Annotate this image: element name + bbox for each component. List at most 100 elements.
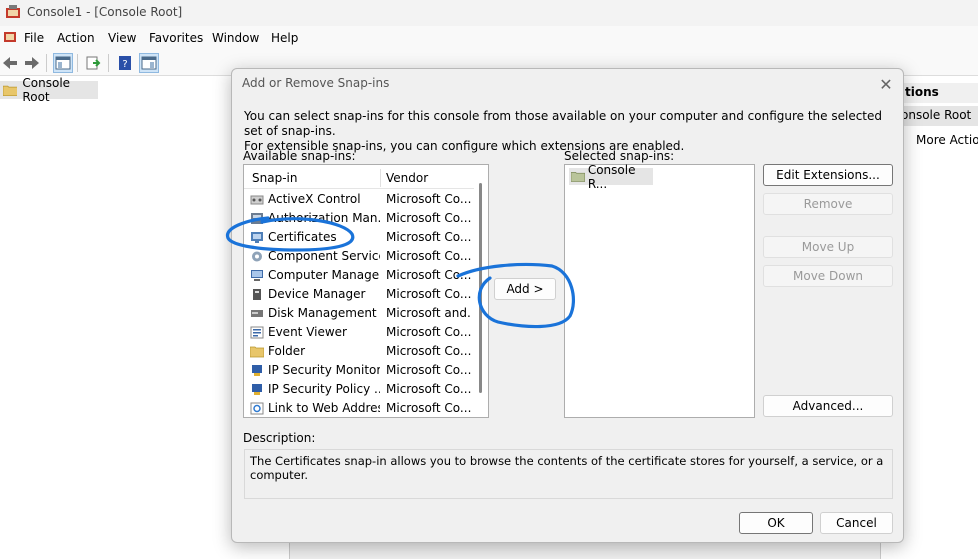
link-icon [250,402,264,415]
folder-icon [571,171,585,182]
column-header-snapin[interactable]: Snap-in [252,171,297,185]
list-item[interactable]: Disk Management Microsoft and... [244,304,476,323]
dialog-intro-text: You can select snap-ins for this console… [244,109,894,154]
list-item[interactable]: Authorization Man... Microsoft Co... [244,209,476,228]
help-icon[interactable]: ? [115,53,135,73]
ip-security-policy-icon [252,384,262,395]
list-item[interactable]: Certificates Microsoft Co... [244,228,476,247]
menu-window[interactable]: Window [212,31,259,45]
window-title: Console1 - [Console Root] [27,5,183,19]
selected-item-console-root[interactable]: Console R... [569,163,653,191]
menu-bar: File Action View Favorites Window Help [0,26,978,50]
snapin-name: Link to Web Address [268,401,380,415]
snapin-name: Folder [268,344,306,358]
list-item[interactable]: IP Security Monitor Microsoft Co... [244,361,476,380]
snapin-vendor: Microsoft Co... [386,344,472,358]
list-item[interactable]: Link to Web Address Microsoft Co... [244,399,476,417]
back-icon[interactable] [0,53,20,73]
computer-management-icon [251,270,263,281]
certificates-icon [251,232,263,243]
list-item[interactable]: Folder Microsoft Co... [244,342,476,361]
snapin-name: IP Security Policy ... [268,382,380,396]
snapin-vendor: Microsoft Co... [386,325,472,339]
snapin-name: Authorization Man... [268,211,380,225]
close-icon[interactable]: ✕ [877,75,895,94]
snapin-vendor: Microsoft Co... [386,230,472,244]
list-header: Snap-in Vendor [244,165,476,189]
disk-management-icon [251,310,263,317]
snapin-vendor: Microsoft Co... [386,363,472,377]
snapin-vendor: Microsoft and... [386,306,472,320]
snapin-vendor: Microsoft Co... [386,211,472,225]
export-list-icon[interactable] [84,53,104,73]
selected-item-label: Console R... [587,162,636,191]
forward-icon[interactable] [22,53,42,73]
device-manager-icon [253,289,261,300]
list-item[interactable]: Component Services Microsoft Co... [244,247,476,266]
column-header-vendor[interactable]: Vendor [386,171,428,185]
snapin-name: Certificates [268,230,337,244]
snapin-name: Component Services [268,249,380,263]
advanced-button[interactable]: Advanced... [763,395,893,417]
list-scrollbar[interactable] [474,165,488,417]
snapin-name: Event Viewer [268,325,347,339]
available-snapins-list[interactable]: Snap-in Vendor ActiveX Control Microsoft… [243,164,489,418]
add-remove-snapins-dialog: Add or Remove Snap-ins ✕ You can select … [231,68,904,543]
move-down-button[interactable]: Move Down [763,265,893,287]
remove-button[interactable]: Remove [763,193,893,215]
list-item[interactable]: Computer Manage... Microsoft Co... [244,266,476,285]
description-label: Description: [243,431,316,445]
snapin-name: Device Manager [268,287,366,301]
component-services-icon [252,251,262,262]
event-viewer-icon [250,326,264,339]
menu-favorites[interactable]: Favorites [149,31,203,45]
list-item[interactable]: IP Security Policy ... Microsoft Co... [244,380,476,399]
intro-line-1: You can select snap-ins for this console… [244,109,883,138]
snapin-vendor: Microsoft Co... [386,249,472,263]
edit-extensions-button[interactable]: Edit Extensions... [763,164,893,186]
dialog-title: Add or Remove Snap-ins [242,76,390,90]
menu-action[interactable]: Action [57,31,95,45]
snapin-vendor: Microsoft Co... [386,401,472,415]
snapin-name: Disk Management [268,306,377,320]
list-item[interactable]: Device Manager Microsoft Co... [244,285,476,304]
cancel-button[interactable]: Cancel [820,512,893,534]
authorization-icon [251,213,263,224]
more-actions-link[interactable]: More Actions [916,133,978,147]
tree-item-console-root[interactable]: Console Root [0,76,98,104]
snapin-vendor: Microsoft Co... [386,287,472,301]
ok-button[interactable]: OK [739,512,813,534]
description-text: The Certificates snap-in allows you to b… [244,449,893,499]
snapin-name: Computer Manage... [268,268,380,282]
toolbar-separator [77,54,78,72]
selected-snapins-label: Selected snap-ins: [564,149,675,163]
title-bar: Console1 - [Console Root] [0,0,978,26]
tree-item-label: Console Root [22,76,71,104]
column-divider[interactable] [380,169,381,187]
move-up-button[interactable]: Move Up [763,236,893,258]
svg-text:?: ? [122,59,127,70]
folder-icon [3,85,18,96]
snapin-vendor: Microsoft Co... [386,382,472,396]
available-snapins-label: Available snap-ins: [243,149,356,163]
menu-file[interactable]: File [24,31,44,45]
list-item[interactable]: ActiveX Control Microsoft Co... [244,190,476,209]
activex-icon [250,195,264,205]
ip-security-icon [252,365,262,376]
mmc-app-icon [6,5,20,18]
snapin-name: IP Security Monitor [268,363,380,377]
menu-view[interactable]: View [108,31,136,45]
scrollbar-thumb[interactable] [479,183,482,393]
toolbar-separator [46,54,47,72]
show-hide-action-pane-icon[interactable] [139,53,159,73]
selected-snapins-list[interactable]: Console R... [564,163,755,418]
list-item[interactable]: Event Viewer Microsoft Co... [244,323,476,342]
snapin-name: ActiveX Control [268,192,361,206]
mmc-console-icon[interactable] [3,30,17,44]
toolbar-separator [108,54,109,72]
show-hide-tree-icon[interactable] [53,53,73,73]
menu-help[interactable]: Help [271,31,298,45]
snapin-vendor: Microsoft Co... [386,268,472,282]
snapin-vendor: Microsoft Co... [386,192,472,206]
add-button[interactable]: Add > [494,278,556,300]
